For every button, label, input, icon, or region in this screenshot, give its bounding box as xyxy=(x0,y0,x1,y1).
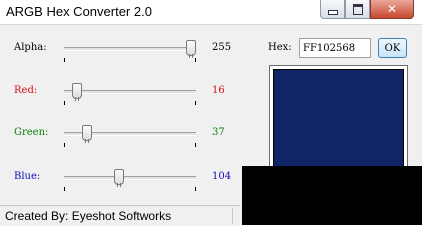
alpha-value: 255 xyxy=(212,42,232,53)
slider-tick xyxy=(64,143,65,147)
slider-tick xyxy=(195,101,196,105)
close-button[interactable]: ✕ xyxy=(370,0,414,19)
hex-label: Hex: xyxy=(268,42,292,53)
alpha-slider-track[interactable] xyxy=(64,40,196,62)
green-slider-thumb[interactable] xyxy=(82,125,92,143)
green-slider-track[interactable] xyxy=(64,125,196,147)
maximize-icon xyxy=(352,3,363,15)
title-bar: ARGB Hex Converter 2.0 ✕ xyxy=(0,0,422,24)
red-value: 16 xyxy=(212,85,225,96)
minimize-icon xyxy=(327,9,338,15)
alpha-label: Alpha: xyxy=(14,42,47,53)
green-value: 37 xyxy=(212,127,225,138)
red-label: Red: xyxy=(14,85,38,96)
blue-slider-thumb[interactable] xyxy=(114,169,124,187)
hex-input[interactable] xyxy=(299,38,371,58)
slider-tick xyxy=(64,101,65,105)
status-divider xyxy=(232,208,233,224)
window-title: ARGB Hex Converter 2.0 xyxy=(6,4,152,19)
slider-tick xyxy=(195,187,196,191)
blue-slider-track[interactable] xyxy=(64,169,196,191)
red-slider-thumb[interactable] xyxy=(72,83,82,101)
status-bar: Created By: Eyeshot Softworks xyxy=(0,205,240,226)
close-icon: ✕ xyxy=(386,2,398,16)
slider-tick xyxy=(195,58,196,62)
black-overlay-region xyxy=(242,166,422,225)
blue-label: Blue: xyxy=(14,171,41,182)
blue-value: 104 xyxy=(212,171,232,182)
alpha-slider-thumb[interactable] xyxy=(186,40,196,58)
status-text: Created By: Eyeshot Softworks xyxy=(5,209,172,223)
minimize-button[interactable] xyxy=(320,0,345,19)
red-slider-track[interactable] xyxy=(64,83,196,105)
ok-button[interactable]: OK xyxy=(378,38,407,58)
green-label: Green: xyxy=(14,127,49,138)
slider-tick xyxy=(64,58,65,62)
maximize-button[interactable] xyxy=(345,0,370,19)
slider-tick xyxy=(195,143,196,147)
slider-tick xyxy=(64,187,65,191)
